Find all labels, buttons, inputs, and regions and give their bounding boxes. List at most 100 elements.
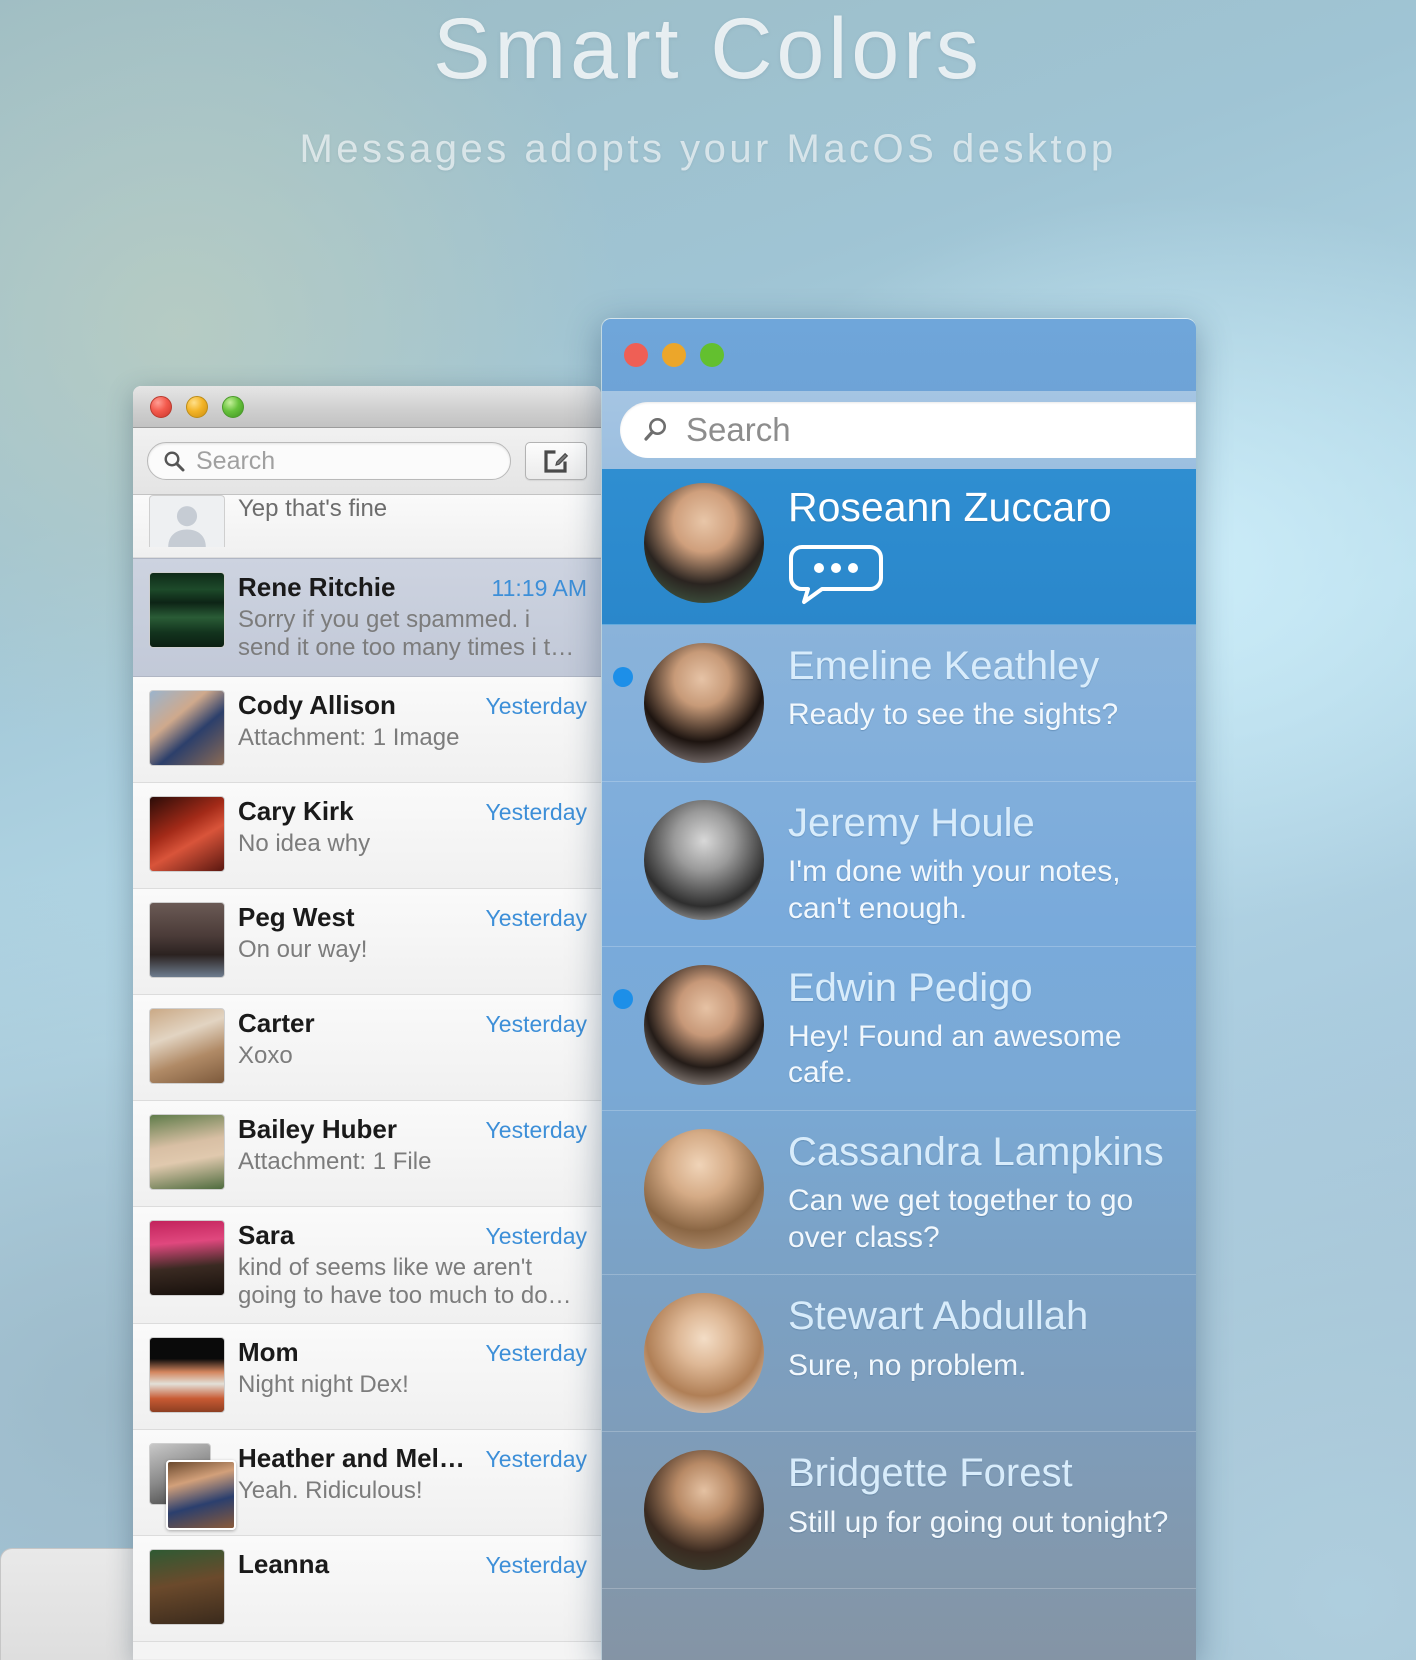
avatar	[149, 1007, 225, 1084]
list-item[interactable]: Stewart Abdullah Sure, no problem.	[602, 1275, 1196, 1433]
list-item-header: Peg West Yesterday	[238, 902, 587, 933]
list-item[interactable]: Jeremy Houle I'm done with your notes, c…	[602, 782, 1196, 947]
right-titlebar	[602, 319, 1196, 391]
avatar	[644, 643, 764, 764]
list-item-header: Cary Kirk Yesterday	[238, 796, 587, 827]
list-item-text: Emeline Keathley Ready to see the sights…	[788, 643, 1182, 734]
contact-name: Leanna	[238, 1549, 330, 1580]
list-item[interactable]: Heather and Mel… Yesterday Yeah. Ridicul…	[133, 1430, 601, 1537]
list-item[interactable]: Cody Allison Yesterday Attachment: 1 Ima…	[133, 676, 601, 783]
person-placeholder-icon	[168, 506, 206, 547]
zoom-button[interactable]	[222, 395, 244, 418]
preview-text: Sure, no problem.	[788, 1348, 1027, 1382]
preview-text: Still up for going out tonight?	[788, 1505, 1169, 1539]
list-item-text: Leanna Yesterday	[238, 1549, 587, 1583]
unread-slot	[602, 965, 644, 1009]
preview-text: Can we get together to go over class?	[788, 1184, 1134, 1254]
list-item-header: Bailey Huber Yesterday	[238, 1114, 587, 1145]
preview-text: Yep that's fine	[238, 495, 388, 522]
list-item[interactable]: Leanna Yesterday	[133, 1536, 601, 1643]
avatar	[149, 572, 225, 648]
preview-text: I'm done with your notes, can't enough.	[788, 855, 1121, 926]
search-icon	[164, 451, 185, 472]
contact-name: Cody Allison	[238, 689, 396, 720]
avatar	[644, 1129, 764, 1250]
conversation-list-light[interactable]: Yep that's fine Rene Ritchie 11:19 AM So…	[133, 495, 601, 1659]
messages-window-light[interactable]: Search Yep that's fine Rene Ritchie 11:1…	[133, 386, 601, 1660]
timestamp: Yesterday	[485, 1116, 587, 1143]
list-item-text: Roseann Zuccaro	[788, 483, 1182, 610]
unread-slot	[602, 1129, 644, 1153]
preview-text: No idea why	[238, 829, 371, 857]
list-item[interactable]: Cary Kirk Yesterday No idea why	[133, 782, 601, 889]
list-item[interactable]: Bailey Huber Yesterday Attachment: 1 Fil…	[133, 1100, 601, 1207]
list-item-text: Heather and Mel… Yesterday Yeah. Ridicul…	[238, 1443, 587, 1505]
minimize-button[interactable]	[186, 395, 208, 418]
list-item[interactable]: Bridgette Forest Still up for going out …	[602, 1432, 1196, 1590]
list-item-header: Carter Yesterday	[238, 1008, 587, 1039]
close-button[interactable]	[624, 343, 648, 367]
timestamp: Yesterday	[485, 904, 587, 931]
avatar	[149, 901, 225, 978]
avatar	[149, 1337, 225, 1414]
list-item-text: Cassandra Lampkins Can we get together t…	[788, 1129, 1182, 1256]
list-item[interactable]: Roseann Zuccaro	[602, 469, 1196, 626]
unread-slot	[602, 643, 644, 688]
list-item[interactable]: Mom Yesterday Night night Dex!	[133, 1324, 601, 1431]
timestamp: Yesterday	[485, 1552, 587, 1579]
compose-button[interactable]	[525, 442, 587, 480]
right-toolbar: Search	[602, 391, 1196, 469]
avatar	[644, 800, 764, 921]
preview-text: Hey! Found an awesome cafe.	[788, 1019, 1122, 1090]
list-item-header: Sara Yesterday	[238, 1220, 587, 1251]
contact-name: Bailey Huber	[238, 1113, 397, 1144]
preview-text: Sorry if you get spammed. i send it one …	[238, 606, 575, 662]
search-icon	[644, 418, 666, 441]
unread-indicator-dot	[613, 988, 633, 1009]
list-item-text: Rene Ritchie 11:19 AM Sorry if you get s…	[238, 572, 587, 663]
timestamp: Yesterday	[485, 1340, 587, 1367]
contact-name: Carter	[238, 1007, 315, 1038]
preview-text: Night night Dex!	[238, 1371, 409, 1399]
zoom-button[interactable]	[700, 343, 724, 367]
avatar	[149, 1113, 225, 1190]
conversation-list-tinted[interactable]: Roseann Zuccaro Emeline Keathley Ready t…	[602, 469, 1196, 1660]
preview-text: kind of seems like we aren't going to ha…	[238, 1253, 572, 1309]
list-item-text: Peg West Yesterday On our way!	[238, 902, 587, 964]
messages-window-tinted[interactable]: Search Roseann Zuccaro Emeline Keathley …	[601, 318, 1196, 1660]
compose-icon	[544, 450, 569, 473]
contact-name: Stewart Abdullah	[788, 1294, 1089, 1339]
list-item[interactable]: Rene Ritchie 11:19 AM Sorry if you get s…	[133, 558, 601, 677]
list-item-text: Jeremy Houle I'm done with your notes, c…	[788, 800, 1182, 927]
avatar	[166, 1460, 236, 1531]
avatar	[149, 1219, 225, 1296]
timestamp: Yesterday	[485, 692, 587, 719]
list-item[interactable]: Sara Yesterday kind of seems like we are…	[133, 1206, 601, 1325]
preview-text: Xoxo	[238, 1041, 293, 1069]
avatar	[644, 1293, 764, 1414]
list-item[interactable]: Carter Yesterday Xoxo	[133, 994, 601, 1101]
list-item-text: Mom Yesterday Night night Dex!	[238, 1337, 587, 1399]
list-item[interactable]: Yep that's fine	[133, 495, 601, 558]
preview-text: Attachment: 1 File	[238, 1147, 432, 1175]
timestamp: Yesterday	[485, 1446, 587, 1473]
window-controls-right	[624, 343, 724, 367]
search-input[interactable]: Search	[147, 442, 511, 480]
preview-text: Ready to see the sights?	[788, 698, 1119, 732]
minimize-button[interactable]	[662, 343, 686, 367]
left-toolbar: Search	[133, 428, 601, 495]
avatar	[644, 1450, 764, 1571]
timestamp: Yesterday	[485, 1010, 587, 1037]
unread-slot	[602, 483, 644, 507]
list-item[interactable]: Cassandra Lampkins Can we get together t…	[602, 1111, 1196, 1276]
contact-name: Mom	[238, 1337, 299, 1368]
list-item[interactable]: Edwin Pedigo Hey! Found an awesome cafe.	[602, 947, 1196, 1112]
close-button[interactable]	[150, 395, 172, 418]
unread-slot	[602, 1450, 644, 1474]
timestamp: Yesterday	[485, 1222, 587, 1249]
list-item[interactable]: Peg West Yesterday On our way!	[133, 888, 601, 995]
unread-slot	[602, 1293, 644, 1317]
list-item[interactable]: Emeline Keathley Ready to see the sights…	[602, 625, 1196, 783]
search-input[interactable]: Search	[620, 402, 1196, 458]
search-placeholder: Search	[686, 411, 791, 448]
